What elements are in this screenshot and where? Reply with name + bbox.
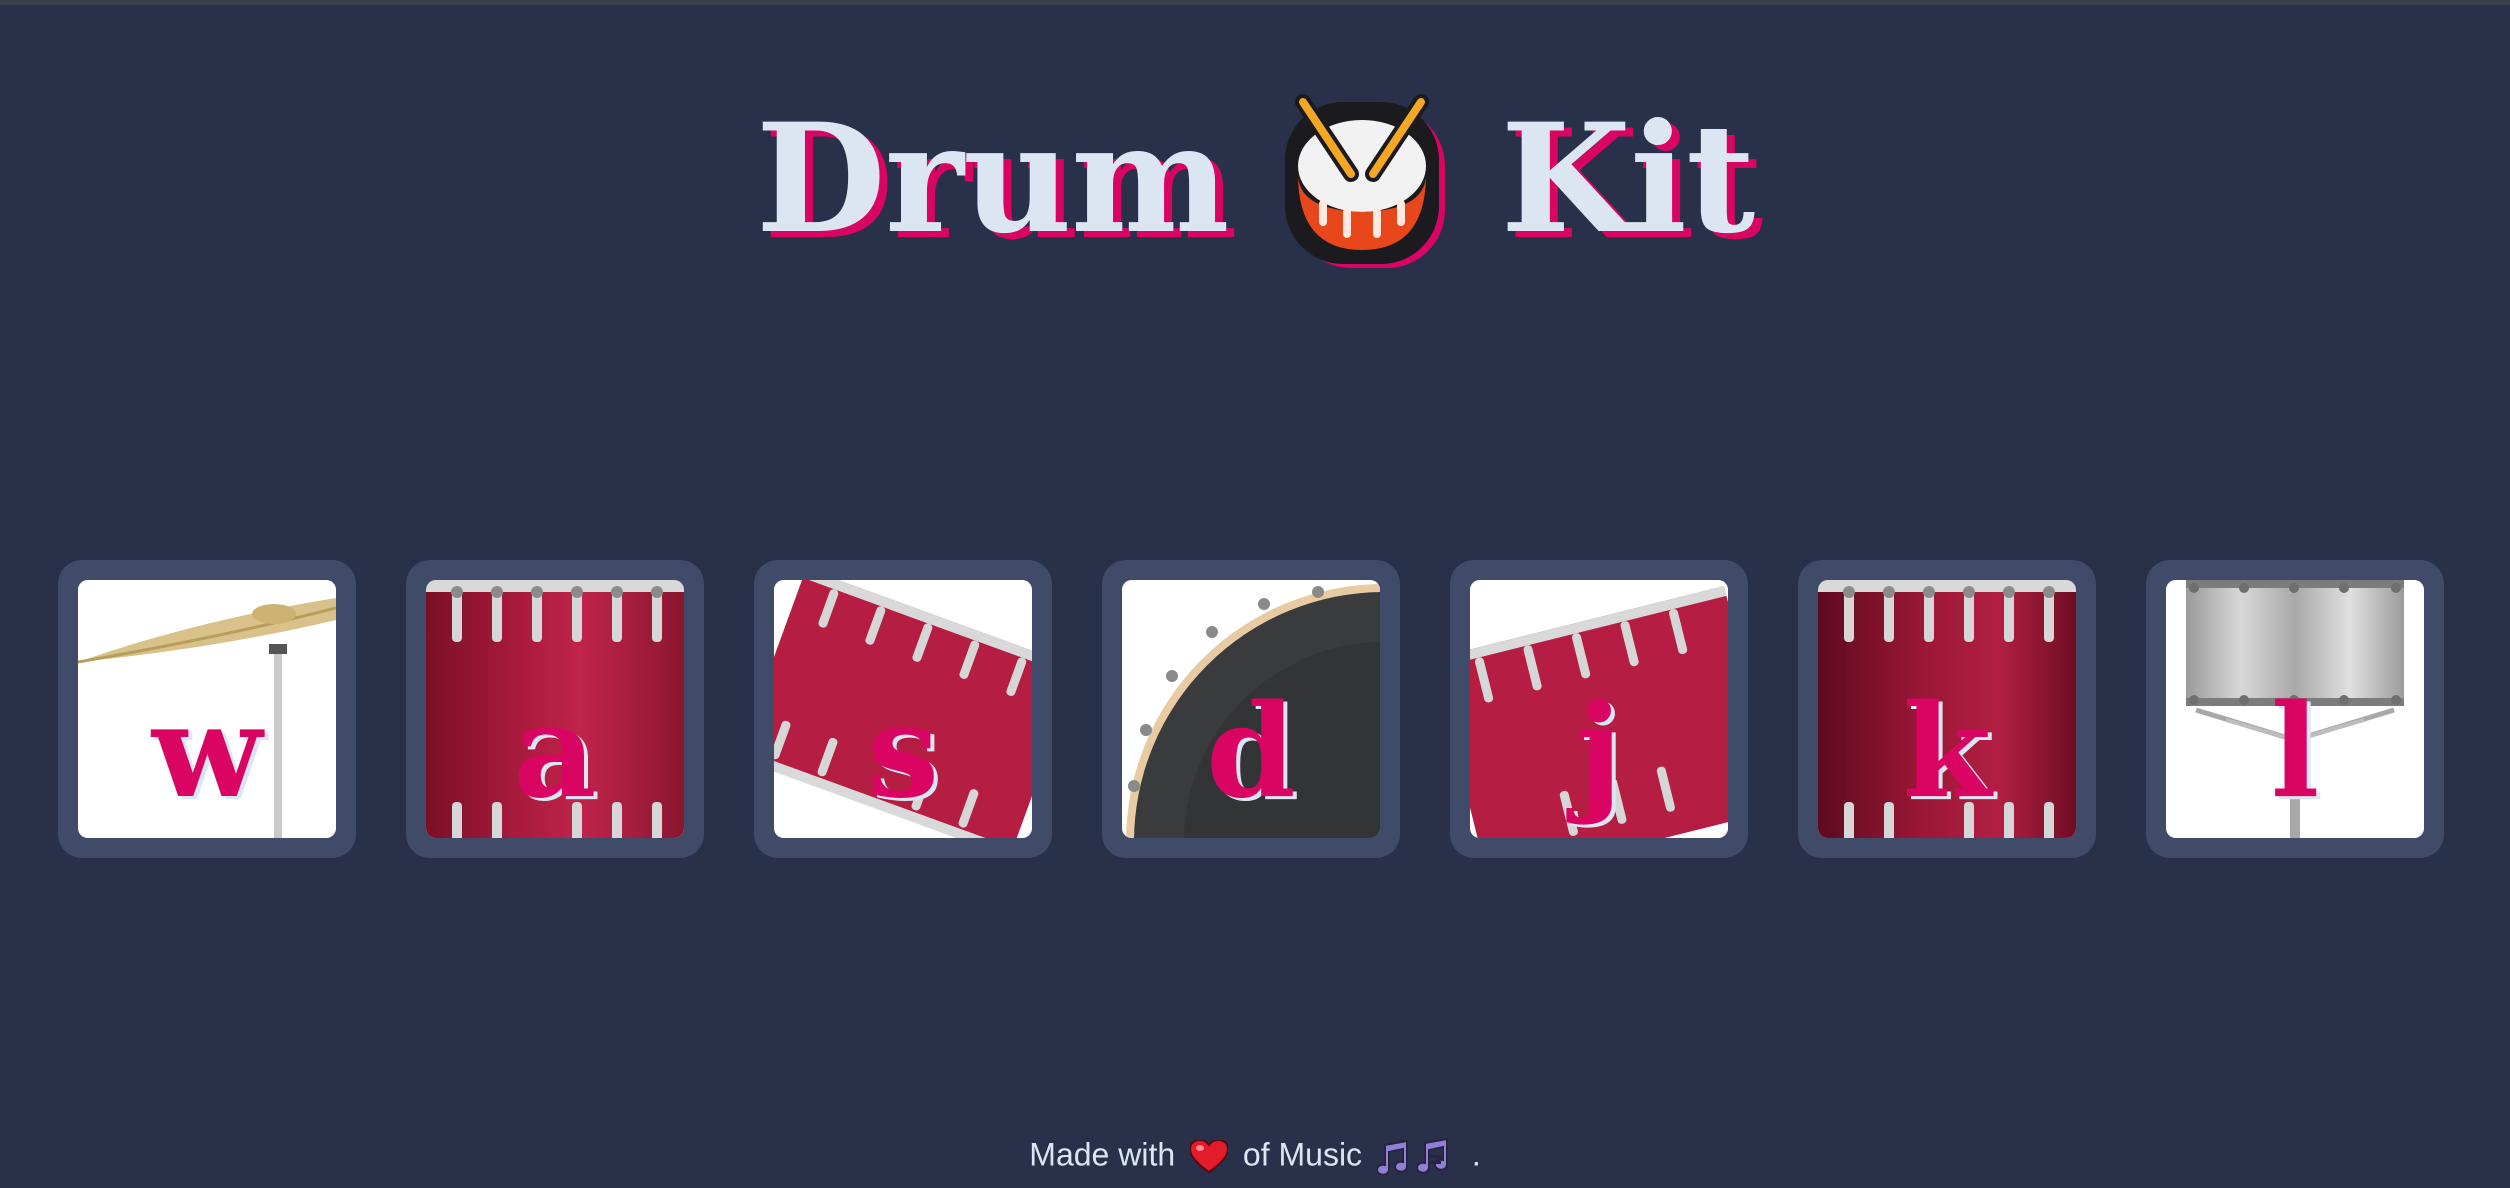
title-word-drum: Drum <box>755 91 1230 267</box>
drum-key-d[interactable]: d <box>1102 560 1400 858</box>
drum-key-tile[interactable]: w <box>78 580 336 838</box>
top-bar <box>0 0 2510 5</box>
key-letter: w <box>151 677 263 827</box>
drum-key-tile[interactable]: k <box>1818 580 2076 838</box>
heart-icon <box>1189 1131 1230 1179</box>
key-letter: a <box>513 677 597 827</box>
key-letter: s <box>866 677 940 827</box>
footer-middle: of Music <box>1242 1136 1363 1173</box>
key-letter: l <box>2270 677 2320 827</box>
drum-key-tile[interactable]: j <box>1470 580 1728 838</box>
drum-key-tile[interactable]: a <box>426 580 684 838</box>
drum-key-a[interactable]: a <box>406 560 704 858</box>
drum-keys: w a s d j k l <box>58 560 2444 858</box>
footer: Made with of Music . <box>0 1128 2510 1179</box>
drum-key-s[interactable]: s <box>754 560 1052 858</box>
page-title: Drum Kit <box>0 88 2510 270</box>
drum-key-k[interactable]: k <box>1798 560 2096 858</box>
drum-key-tile[interactable]: d <box>1122 580 1380 838</box>
title-word-kit: Kit <box>1500 91 1756 267</box>
key-letter: k <box>1902 677 1992 827</box>
drum-key-l[interactable]: l <box>2146 560 2444 858</box>
key-letter: d <box>1206 677 1296 827</box>
drum-icon <box>1281 88 1449 270</box>
footer-suffix: . <box>1471 1136 1481 1173</box>
drum-key-w[interactable]: w <box>58 560 356 858</box>
drum-key-tile[interactable]: l <box>2166 580 2424 838</box>
drum-key-tile[interactable]: s <box>774 580 1032 838</box>
footer-prefix: Made with <box>1029 1136 1176 1173</box>
music-notes-icon <box>1375 1131 1457 1179</box>
key-letter: j <box>1575 677 1623 827</box>
drum-key-j[interactable]: j <box>1450 560 1748 858</box>
